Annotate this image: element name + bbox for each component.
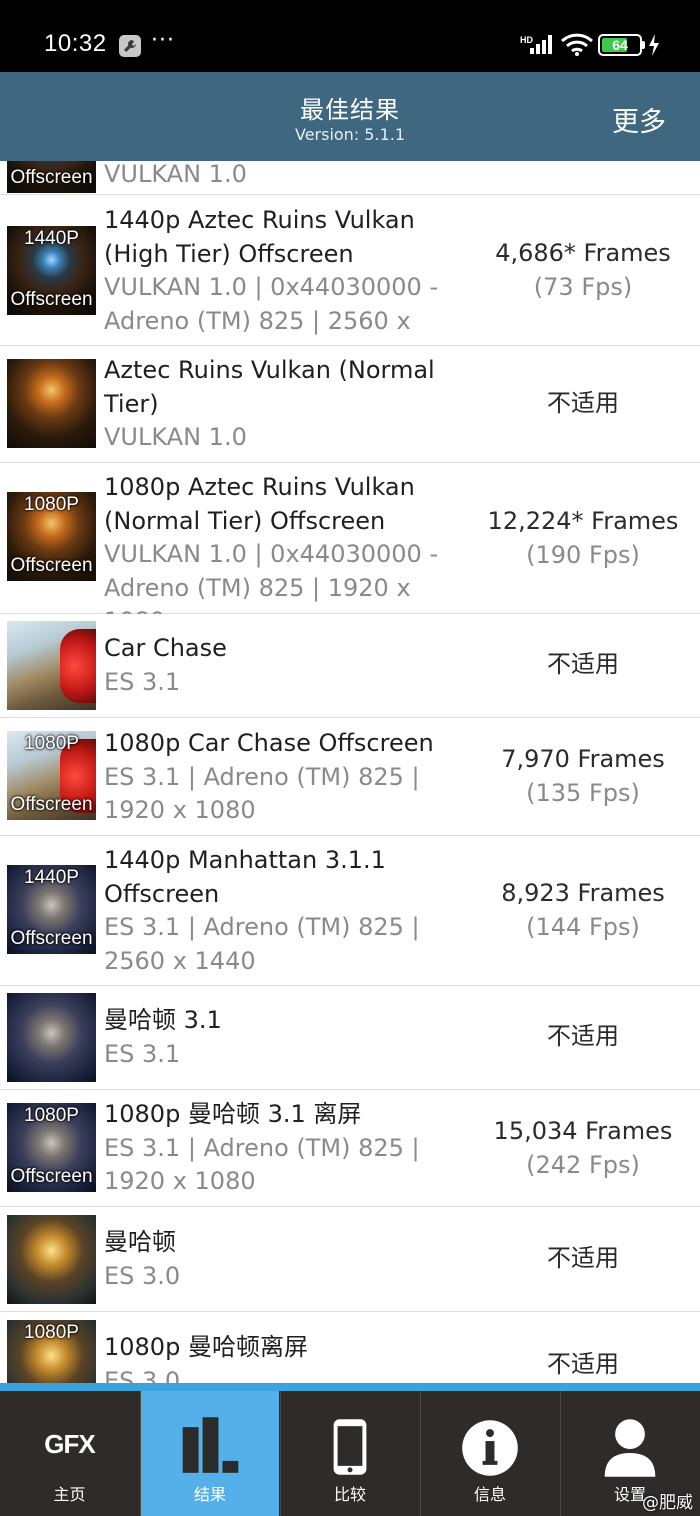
test-thumbnail (7, 993, 96, 1082)
bar-chart-icon (182, 1417, 239, 1473)
result-frames: 15,034 Frames (493, 1117, 673, 1145)
list-item[interactable]: 1440P Offscreen 1440p Manhattan 3.1.1 Of… (0, 836, 700, 986)
test-subtitle: VULKAN 1.0 (104, 161, 247, 188)
result-not-applicable: 不适用 (547, 1350, 619, 1378)
test-title: 1080p Aztec Ruins Vulkan (Normal Tier) O… (104, 473, 415, 535)
test-title: 1080p Car Chase Offscreen (104, 729, 434, 757)
test-title: Aztec Ruins Vulkan (Normal Tier) (104, 356, 435, 418)
page-title: 最佳结果 (300, 96, 400, 124)
test-thumbnail (7, 621, 96, 710)
result-not-applicable: 不适用 (547, 650, 619, 678)
tab-compare[interactable]: 比较 (280, 1391, 419, 1516)
result-frames: 4,686* Frames (495, 239, 671, 267)
tab-info[interactable]: 信息 (420, 1391, 559, 1516)
test-title: 1080p 曼哈顿 3.1 离屏 (104, 1100, 362, 1128)
bottom-nav: GFX 主页 结果 比较 信息 设置 (0, 1383, 700, 1516)
test-subtitle: ES 3.1 (104, 1039, 181, 1068)
status-time: 10:32 (44, 30, 107, 57)
version-label: Version: 5.1.1 (294, 125, 406, 144)
list-item[interactable]: 1080P Offscreen 1080p Car Chase Offscree… (0, 718, 700, 836)
status-bar: 10:32 ··· HD 64 (0, 0, 700, 72)
app-header: 最佳结果 Version: 5.1.1 更多 (0, 72, 700, 161)
test-subtitle: ES 3.0 (104, 1261, 181, 1290)
result-not-applicable: 不适用 (547, 1244, 619, 1272)
test-subtitle: ES 3.1 | Adreno (TM) 825 | 1920 x 1080 (104, 762, 420, 825)
result-fps: (242 Fps) (526, 1150, 640, 1179)
list-item-partial[interactable]: Offscreen VULKAN 1.0 (0, 161, 700, 195)
test-title: Car Chase (104, 634, 227, 662)
signal-icon: HD (520, 35, 552, 54)
battery-level: 64 (612, 37, 628, 53)
gfx-logo-icon: GFX (44, 1429, 95, 1459)
overflow-dots: ··· (151, 28, 175, 53)
svg-text:HD: HD (520, 35, 533, 45)
wrench-icon (119, 35, 141, 57)
test-thumbnail (7, 1215, 96, 1304)
test-thumbnail: 1080P Offscreen (7, 492, 96, 581)
watermark: @肥威 (642, 1493, 693, 1513)
test-thumbnail (7, 359, 96, 448)
test-thumbnail: 1080P Offscreen (7, 731, 96, 820)
test-subtitle: VULKAN 1.0 (104, 423, 247, 451)
test-title: 1440p Aztec Ruins Vulkan (High Tier) Off… (104, 206, 415, 268)
info-icon (462, 1420, 518, 1476)
result-fps: (144 Fps) (526, 912, 640, 941)
test-title: 1440p Manhattan 3.1.1 Offscreen (104, 846, 386, 908)
list-item[interactable]: 曼哈顿 3.1 ES 3.1 不适用 (0, 986, 700, 1090)
battery-icon: 64 (598, 34, 642, 56)
tab-results[interactable]: 结果 (140, 1391, 279, 1516)
list-item[interactable]: Aztec Ruins Vulkan (Normal Tier) VULKAN … (0, 346, 700, 463)
tab-home[interactable]: GFX 主页 (0, 1391, 139, 1516)
result-frames: 8,923 Frames (501, 879, 665, 907)
list-item[interactable]: 1080P Offscreen 1080p 曼哈顿 3.1 离屏 ES 3.1 … (0, 1090, 700, 1207)
charging-bolt-icon (649, 34, 659, 56)
test-thumbnail: 1440P Offscreen (7, 226, 96, 315)
test-title: 1080p 曼哈顿离屏 (104, 1333, 308, 1361)
results-list[interactable]: Offscreen VULKAN 1.0 1440P Offscreen 144… (0, 161, 700, 1383)
result-not-applicable: 不适用 (547, 389, 619, 417)
list-item[interactable]: 1080P 1080p 曼哈顿离屏 ES 3.0 不适用 (0, 1312, 700, 1383)
list-item[interactable]: Car Chase ES 3.1 不适用 (0, 614, 700, 718)
test-title: 曼哈顿 (104, 1228, 176, 1256)
wifi-icon (560, 33, 594, 56)
test-title: 曼哈顿 3.1 (104, 1006, 222, 1034)
test-subtitle: ES 3.0 (104, 1366, 181, 1384)
test-subtitle: ES 3.1 | Adreno (TM) 825 | 1920 x 1080 (104, 1133, 420, 1196)
list-item[interactable]: 1440P Offscreen 1440p Aztec Ruins Vulkan… (0, 195, 700, 346)
result-fps: (135 Fps) (526, 778, 640, 807)
list-item[interactable]: 曼哈顿 ES 3.0 不适用 (0, 1207, 700, 1312)
test-subtitle: VULKAN 1.0 | 0x44030000 - Adreno (TM) 82… (104, 273, 439, 335)
result-fps: (190 Fps) (526, 540, 640, 569)
test-thumbnail: 1080P Offscreen (7, 1103, 96, 1192)
user-icon (604, 1419, 656, 1477)
test-thumbnail: 1440P Offscreen (7, 865, 96, 954)
result-frames: 12,224* Frames (487, 507, 679, 535)
result-not-applicable: 不适用 (547, 1022, 619, 1050)
phone-icon (333, 1419, 367, 1475)
result-frames: 7,970 Frames (501, 745, 665, 773)
list-item[interactable]: 1080P Offscreen 1080p Aztec Ruins Vulkan… (0, 463, 700, 635)
test-subtitle: ES 3.1 | Adreno (TM) 825 | 2560 x 1440 (104, 913, 420, 975)
test-thumbnail: Offscreen (7, 161, 96, 193)
more-button[interactable]: 更多 (612, 100, 666, 139)
test-subtitle: ES 3.1 (104, 667, 181, 696)
result-fps: (73 Fps) (533, 272, 633, 301)
test-thumbnail: 1080P (7, 1320, 96, 1383)
